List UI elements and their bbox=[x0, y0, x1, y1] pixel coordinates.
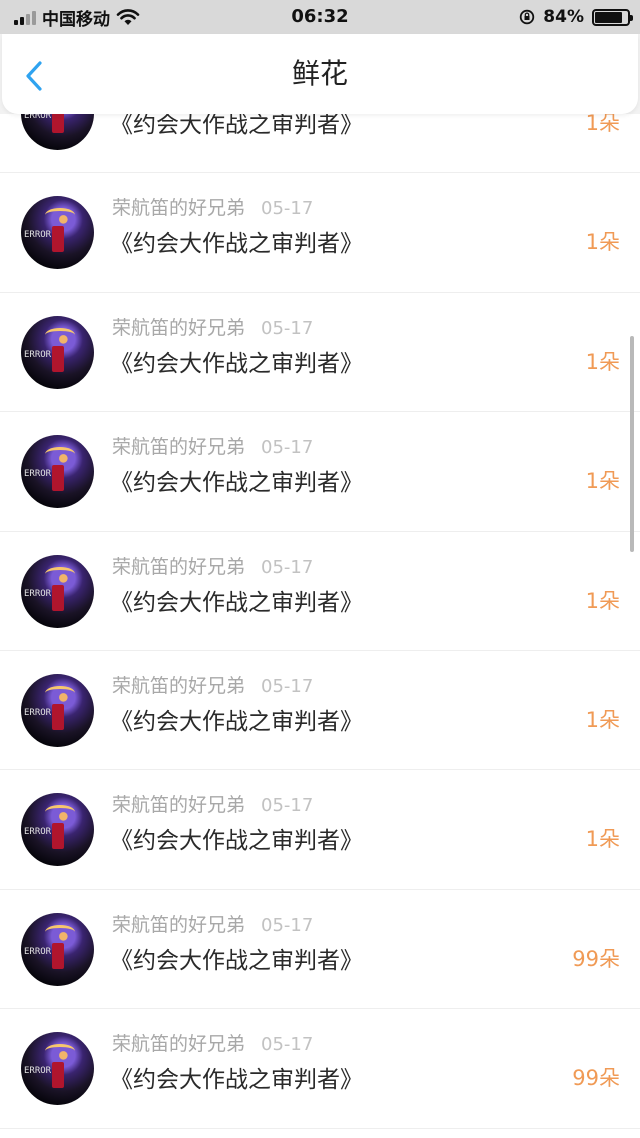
item-date: 05-17 bbox=[261, 437, 314, 459]
item-meta: 荣航笛的好兄弟 05-17 bbox=[112, 671, 313, 698]
avatar[interactable]: ERROR bbox=[21, 196, 94, 270]
avatar[interactable]: ERROR bbox=[21, 315, 94, 389]
item-date: 05-17 bbox=[261, 675, 314, 697]
sender-name: 荣航笛的好兄弟 bbox=[112, 794, 246, 817]
avatar-text: ERROR bbox=[24, 946, 52, 957]
avatar-text: ERROR bbox=[24, 349, 52, 360]
item-date: 05-17 bbox=[261, 198, 314, 220]
gift-title: 《约会大作战之审判者》 bbox=[110, 947, 363, 974]
sender-name: 荣航笛的好兄弟 bbox=[112, 913, 246, 936]
item-meta: 荣航笛的好兄弟 05-17 bbox=[112, 790, 313, 817]
item-date: 05-17 bbox=[261, 914, 314, 936]
item-date: 05-17 bbox=[261, 556, 314, 578]
avatar-text: ERROR bbox=[24, 1066, 52, 1077]
status-bar: 中国移动 06:32 84% bbox=[0, 0, 640, 34]
scrollbar[interactable] bbox=[630, 336, 634, 552]
flower-amount: 99朵 bbox=[572, 946, 620, 971]
nav-header: 鲜花 bbox=[2, 34, 638, 114]
list-item[interactable]: ERROR 荣航笛的好兄弟05-17 《约会大作战之审判者》 1朵 bbox=[0, 114, 640, 174]
gift-title: 《约会大作战之审判者》 bbox=[110, 114, 363, 138]
avatar-text: ERROR bbox=[24, 469, 52, 480]
item-meta: 荣航笛的好兄弟 05-17 bbox=[112, 193, 313, 220]
flower-amount: 1朵 bbox=[585, 469, 620, 494]
sender-name: 荣航笛的好兄弟 bbox=[112, 436, 246, 459]
flower-list[interactable]: ERROR 荣航笛的好兄弟 05-17 《约会大作战之审判者》 1朵 ERROR … bbox=[0, 114, 640, 1138]
avatar-text: ERROR bbox=[24, 230, 52, 241]
flower-amount: 99朵 bbox=[572, 1066, 620, 1091]
list-item[interactable]: ERROR 荣航笛的好兄弟 05-17 《约会大作战之审判者》 1朵 bbox=[0, 651, 640, 771]
avatar-text: ERROR bbox=[24, 114, 52, 121]
sender-name: 荣航笛的好兄弟 bbox=[112, 197, 246, 220]
battery-level bbox=[595, 11, 622, 23]
item-meta: 荣航笛的好兄弟 05-17 bbox=[112, 1029, 313, 1056]
flower-amount: 1朵 bbox=[585, 114, 620, 135]
item-meta: 荣航笛的好兄弟 05-17 bbox=[112, 313, 313, 340]
item-meta: 荣航笛的好兄弟 05-17 bbox=[112, 910, 313, 937]
avatar[interactable]: ERROR bbox=[21, 435, 94, 509]
sender-name: 荣航笛的好兄弟 bbox=[112, 1033, 246, 1056]
item-date: 05-17 bbox=[261, 317, 314, 339]
gift-title: 《约会大作战之审判者》 bbox=[110, 589, 363, 616]
gift-title: 《约会大作战之审判者》 bbox=[110, 231, 363, 258]
avatar[interactable]: ERROR bbox=[21, 673, 94, 747]
avatar[interactable]: ERROR bbox=[21, 912, 94, 986]
avatar-text: ERROR bbox=[24, 707, 52, 718]
gift-title: 《约会大作战之审判者》 bbox=[110, 1067, 363, 1094]
item-date: 05-17 bbox=[261, 795, 314, 817]
avatar[interactable]: ERROR bbox=[21, 1032, 94, 1106]
list-item[interactable]: ERROR 荣航笛的好兄弟 05-17 《约会大作战之审判者》 1朵 bbox=[0, 532, 640, 651]
item-date: 05-17 bbox=[261, 1034, 314, 1056]
list-item[interactable]: ERROR 荣航笛的好兄弟 05-17 《约会大作战之审判者》 99朵 bbox=[0, 890, 640, 1010]
status-right: 84% bbox=[519, 0, 633, 34]
rotation-lock-icon bbox=[520, 9, 535, 25]
flower-amount: 1朵 bbox=[585, 349, 620, 374]
sender-name: 荣航笛的好兄弟 bbox=[112, 674, 246, 697]
avatar-text: ERROR bbox=[24, 827, 52, 838]
list-item[interactable]: ERROR 荣航笛的好兄弟 05-17 《约会大作战之审判者》 1朵 bbox=[0, 173, 640, 293]
list-item[interactable]: ERROR 荣航笛的好兄弟 05-17 《约会大作战之审判者》 99朵 bbox=[0, 1009, 640, 1129]
gift-title: 《约会大作战之审判者》 bbox=[110, 828, 363, 855]
list-item[interactable]: ERROR 荣航笛的好兄弟 05-17 《约会大作战之审判者》 1朵 bbox=[0, 412, 640, 532]
flower-amount: 1朵 bbox=[585, 827, 620, 852]
avatar[interactable]: ERROR bbox=[21, 793, 94, 867]
list-item[interactable]: ERROR 荣航笛的好兄弟 05-17 《约会大作战之审判者》 1朵 bbox=[0, 293, 640, 413]
item-meta: 荣航笛的好兄弟 05-17 bbox=[112, 432, 313, 459]
sender-name: 荣航笛的好兄弟 bbox=[112, 555, 246, 578]
flower-amount: 1朵 bbox=[585, 588, 620, 613]
gift-title: 《约会大作战之审判者》 bbox=[110, 708, 363, 735]
page-title: 鲜花 bbox=[291, 57, 348, 90]
list-rows: ERROR 荣航笛的好兄弟 05-17 《约会大作战之审判者》 1朵 ERROR … bbox=[0, 114, 640, 1129]
avatar[interactable]: ERROR bbox=[21, 554, 94, 628]
gift-title: 《约会大作战之审判者》 bbox=[110, 350, 363, 377]
gift-title: 《约会大作战之审判者》 bbox=[110, 470, 363, 497]
avatar-text: ERROR bbox=[24, 588, 52, 599]
flower-amount: 1朵 bbox=[585, 707, 620, 732]
avatar[interactable]: ERROR bbox=[21, 114, 94, 150]
item-meta: 荣航笛的好兄弟 05-17 bbox=[112, 552, 313, 579]
list-item[interactable]: ERROR 荣航笛的好兄弟 05-17 《约会大作战之审判者》 1朵 bbox=[0, 770, 640, 890]
sender-name: 荣航笛的好兄弟 bbox=[112, 316, 246, 339]
battery-percent: 84% bbox=[543, 7, 584, 27]
flower-amount: 1朵 bbox=[585, 230, 620, 255]
battery-icon bbox=[592, 8, 633, 26]
